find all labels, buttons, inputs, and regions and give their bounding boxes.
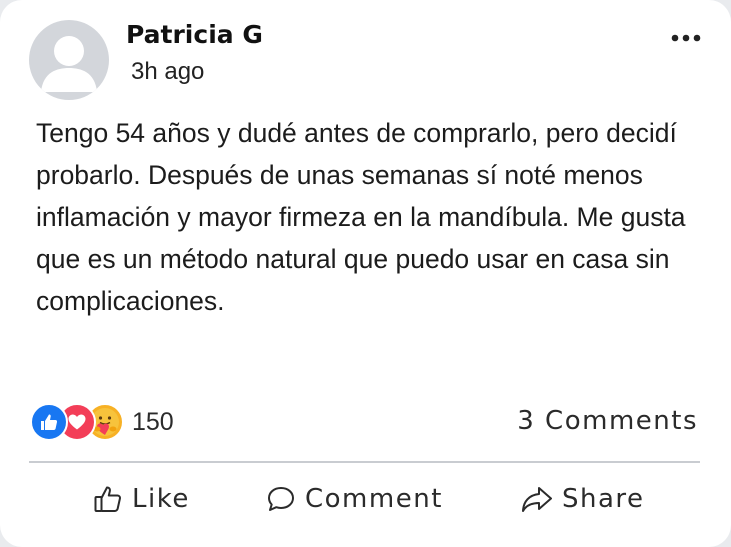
thumbs-up-icon [94,486,121,512]
reaction-summary[interactable]: 150 [30,403,174,441]
more-options-button[interactable] [669,28,703,48]
like-button-label: Like [132,484,190,514]
divider [29,461,700,463]
comment-button-label: Comment [305,484,443,514]
more-dots-icon [671,34,701,42]
reaction-count: 150 [132,407,174,436]
like-reaction-icon [30,403,68,441]
share-arrow-icon [522,487,552,512]
comment-button[interactable]: Comment [265,478,443,520]
comment-bubble-icon [268,487,294,511]
post-card: Patricia G 3h ago Tengo 54 años y dudé a… [0,0,731,547]
share-button[interactable]: Share [520,478,645,520]
avatar[interactable] [29,20,109,100]
post-timestamp[interactable]: 3h ago [131,58,204,86]
author-name[interactable]: Patricia G [126,20,263,49]
post-text: Tengo 54 años y dudé antes de comprarlo,… [36,118,686,316]
default-user-icon [41,36,97,92]
share-button-label: Share [562,484,645,514]
comments-count-link[interactable]: 3 Comments [517,406,698,436]
like-button[interactable]: Like [92,478,190,520]
